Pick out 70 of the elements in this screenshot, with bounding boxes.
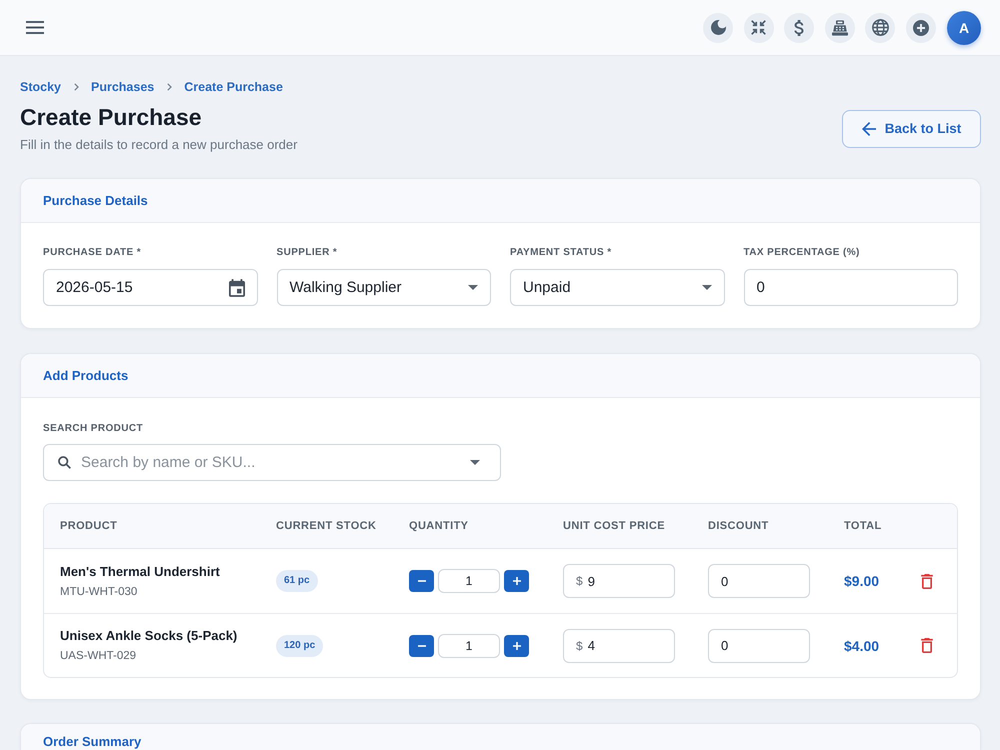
language-button[interactable] — [865, 12, 895, 42]
search-icon — [58, 456, 71, 469]
dropdown-field[interactable]: Unpaid — [510, 269, 724, 306]
field-label: SUPPLIER * — [276, 246, 338, 260]
decrease-button[interactable] — [409, 570, 434, 592]
dark-mode-button[interactable] — [703, 12, 733, 42]
dropdown-field[interactable]: Walking Supplier — [276, 269, 491, 306]
trash-icon[interactable] — [921, 638, 933, 653]
caret-icon — [468, 285, 478, 290]
column-header: CURRENT STOCK — [276, 520, 378, 532]
row-total: $9.00 — [844, 573, 880, 589]
product-sku: MTU-WHT-030 — [60, 584, 138, 600]
add-button[interactable] — [906, 12, 936, 42]
column-header: UNIT COST PRICE — [563, 520, 666, 532]
dollar-icon — [794, 20, 804, 36]
card-title: Add Products — [43, 368, 128, 384]
page-title: Create Purchase — [20, 103, 203, 131]
minus-icon — [418, 580, 426, 582]
user-avatar[interactable]: A — [947, 10, 981, 44]
field-label: TAX PERCENTAGE (%) — [744, 246, 861, 260]
discount-field[interactable]: 0 — [708, 628, 810, 662]
column-header: TOTAL — [844, 520, 883, 532]
fullscreen-button[interactable] — [744, 12, 774, 42]
moon-icon — [710, 20, 726, 35]
currency-button[interactable] — [784, 12, 814, 42]
compress-arrows-icon — [751, 20, 766, 35]
discount-field[interactable]: 0 — [708, 564, 810, 598]
column-header: PRODUCT — [60, 520, 118, 532]
field-label: PURCHASE DATE * — [43, 246, 142, 260]
minus-icon — [418, 644, 426, 646]
decrease-button[interactable] — [409, 634, 434, 656]
plus-icon — [512, 642, 520, 650]
plus-icon — [512, 577, 520, 585]
field-label: SEARCH PRODUCT — [43, 422, 144, 436]
quantity-field[interactable]: 1 — [438, 634, 500, 658]
increase-button[interactable] — [504, 570, 529, 592]
calendar-icon[interactable] — [228, 278, 244, 296]
increase-button[interactable] — [504, 634, 529, 656]
breadcrumb-link[interactable]: Purchases — [91, 79, 154, 95]
page-subtitle: Fill in the details to record a new purchase order — [20, 136, 298, 154]
caret-icon — [470, 460, 480, 465]
product-name: Unisex Ankle Socks (5-Pack) — [60, 627, 238, 644]
stock-badge: 61 pc — [276, 570, 318, 592]
plus-circle-icon — [912, 20, 928, 36]
price-field[interactable]: $ 9 — [563, 564, 675, 598]
quantity-field[interactable]: 1 — [438, 569, 500, 593]
caret-icon — [702, 285, 712, 290]
trash-icon[interactable] — [921, 574, 933, 588]
row-total: $4.00 — [844, 638, 880, 654]
globe-icon — [872, 19, 888, 36]
input-field[interactable]: 0 — [744, 269, 958, 306]
card-title: Order Summary — [43, 735, 142, 748]
chevron-icon — [74, 83, 79, 91]
breadcrumb-link[interactable]: Stocky — [20, 79, 61, 95]
chevron-icon — [167, 83, 172, 91]
product-sku: UAS-WHT-029 — [60, 649, 138, 664]
stock-badge: 120 pc — [276, 634, 324, 656]
cash-register-icon — [832, 20, 848, 36]
product-name: Men's Thermal Undershirt — [60, 562, 221, 580]
column-header: QUANTITY — [409, 520, 470, 532]
card-title: Purchase Details — [43, 192, 148, 208]
menu-icon[interactable] — [26, 21, 44, 34]
back-to-list-button[interactable]: Back to List — [842, 110, 981, 148]
pos-button[interactable] — [824, 12, 854, 42]
breadcrumb-current: Create Purchase — [184, 79, 283, 95]
field-label: PAYMENT STATUS * — [510, 246, 613, 260]
price-field[interactable]: $ 4 — [563, 628, 675, 662]
column-header: DISCOUNT — [708, 520, 770, 532]
arrow-left-icon — [862, 122, 876, 136]
date-field[interactable]: 2026-05-15 — [43, 269, 258, 306]
